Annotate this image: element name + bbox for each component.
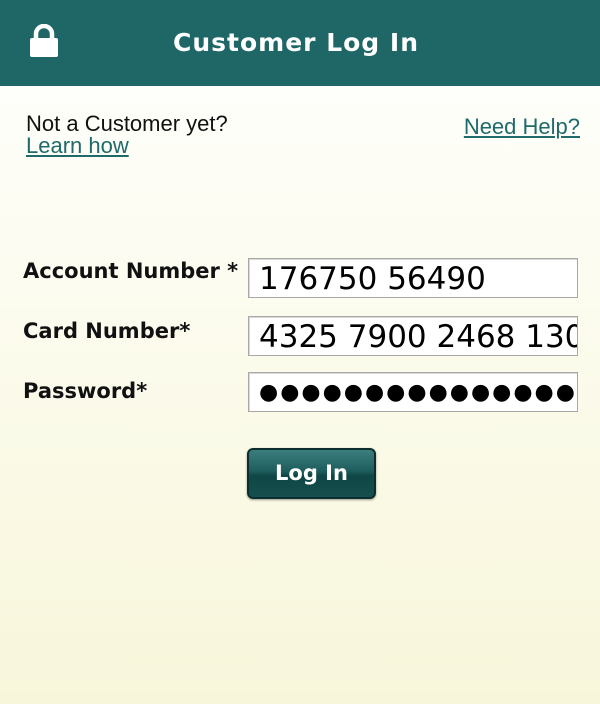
need-help-link[interactable]: Need Help? [464,114,580,140]
password-field[interactable]: ●●●●●●●●●●●●●●● [248,372,578,412]
account-number-label: Account Number * [23,259,239,283]
learn-how-link[interactable]: Learn how [26,133,129,159]
card-number-field[interactable]: 4325 7900 2468 1302 [248,316,578,356]
login-page: Customer Log In Not a Customer yet? Lear… [0,0,600,704]
login-button[interactable]: Log In [247,448,376,499]
account-number-field[interactable]: 176750 56490 [248,258,578,298]
header-bar: Customer Log In [0,0,600,86]
page-title: Customer Log In [173,28,419,57]
card-number-label: Card Number* [23,319,191,343]
password-label: Password* [23,379,148,403]
